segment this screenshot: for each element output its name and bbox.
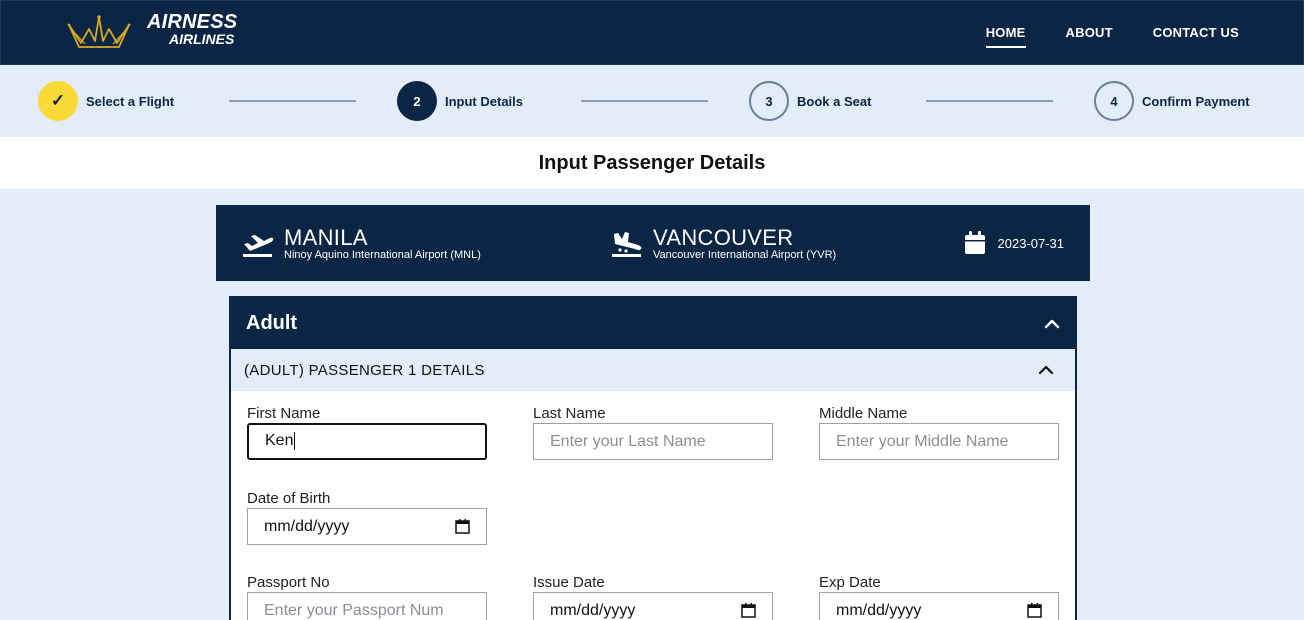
issue-date-label: Issue Date xyxy=(533,574,605,591)
page-title: Input Passenger Details xyxy=(538,151,766,174)
step-confirm-payment[interactable]: 4 Confirm Payment xyxy=(1094,81,1250,121)
chevron-up-icon[interactable] xyxy=(1043,315,1061,333)
issue-date-value: mm/dd/yyyy xyxy=(550,601,636,619)
issue-date-input[interactable]: mm/dd/yyyy xyxy=(533,592,773,620)
first-name-input[interactable]: Ken xyxy=(247,423,487,460)
brand-logo[interactable]: AIRNESS AIRLINES xyxy=(67,11,238,49)
issue-date-field: Issue Date mm/dd/yyyy xyxy=(533,574,773,620)
dob-field: Date of Birth mm/dd/yyyy xyxy=(247,490,487,545)
middle-name-label: Middle Name xyxy=(819,405,908,422)
middle-name-placeholder: Enter your Middle Name xyxy=(836,432,1009,450)
flight-date: 2023-07-31 xyxy=(964,231,1065,255)
exp-date-label: Exp Date xyxy=(819,574,881,591)
exp-date-input[interactable]: mm/dd/yyyy xyxy=(819,592,1059,620)
text-caret xyxy=(294,432,296,451)
calendar-picker-icon[interactable] xyxy=(1027,603,1042,618)
adult-section-header[interactable]: Adult xyxy=(231,298,1075,349)
middle-name-input[interactable]: Enter your Middle Name xyxy=(819,423,1059,460)
calendar-icon xyxy=(964,231,985,254)
chevron-up-icon[interactable] xyxy=(1037,361,1055,379)
nav-about[interactable]: ABOUT xyxy=(1066,25,1113,48)
last-name-input[interactable]: Enter your Last Name xyxy=(533,423,773,460)
page-title-band: Input Passenger Details xyxy=(0,137,1304,189)
origin-segment: MANILA Ninoy Aquino International Airpor… xyxy=(242,227,481,261)
step-label: Confirm Payment xyxy=(1142,93,1250,109)
plane-departure-icon xyxy=(243,235,274,257)
calendar-picker-icon[interactable] xyxy=(455,519,470,534)
destination-airport: Vancouver International Airport (YVR) xyxy=(653,249,837,261)
passport-input[interactable]: Enter your Passport Num xyxy=(247,592,487,620)
exp-date-field: Exp Date mm/dd/yyyy xyxy=(819,574,1059,620)
step-connector xyxy=(926,100,1053,102)
dob-label: Date of Birth xyxy=(247,490,331,507)
first-name-label: First Name xyxy=(247,405,321,422)
main-nav: HOME ABOUT CONTACT US xyxy=(985,25,1239,48)
passenger-1-header[interactable]: (ADULT) PASSENGER 1 DETAILS xyxy=(231,349,1075,391)
brand-subname: AIRLINES xyxy=(169,31,235,47)
booking-stepper: ✓ Select a Flight 2 Input Details 3 Book… xyxy=(0,65,1304,137)
passenger-title: (ADULT) PASSENGER 1 DETAILS xyxy=(244,361,485,379)
calendar-picker-icon[interactable] xyxy=(741,603,756,618)
step-book-seat[interactable]: 3 Book a Seat xyxy=(749,81,871,121)
origin-city: MANILA xyxy=(284,225,368,250)
dob-input[interactable]: mm/dd/yyyy xyxy=(247,508,487,545)
passenger-form-card: Adult (ADULT) PASSENGER 1 DETAILS First … xyxy=(229,296,1077,620)
dob-value: mm/dd/yyyy xyxy=(264,517,350,535)
passport-placeholder: Enter your Passport Num xyxy=(264,601,444,619)
exp-date-value: mm/dd/yyyy xyxy=(836,601,922,619)
step-label: Input Details xyxy=(445,93,524,109)
step-number-marker: 2 xyxy=(397,81,437,121)
plane-arrival-icon xyxy=(612,232,642,257)
flight-date-value: 2023-07-31 xyxy=(997,235,1065,251)
origin-airport: Ninoy Aquino International Airport (MNL) xyxy=(284,249,481,261)
section-title: Adult xyxy=(246,312,298,334)
middle-name-field: Middle Name Enter your Middle Name xyxy=(819,405,1059,460)
last-name-field: Last Name Enter your Last Name xyxy=(533,405,773,460)
crown-logo-icon xyxy=(67,15,131,48)
step-connector xyxy=(229,100,356,102)
last-name-label: Last Name xyxy=(533,405,606,422)
passport-label: Passport No xyxy=(247,574,330,591)
nav-contact[interactable]: CONTACT US xyxy=(1153,25,1239,48)
destination-city: VANCOUVER xyxy=(653,225,794,250)
step-number-marker: 3 xyxy=(749,81,789,121)
destination-segment: VANCOUVER Vancouver International Airpor… xyxy=(611,227,836,261)
brand-name: AIRNESS xyxy=(147,11,238,33)
step-input-details[interactable]: 2 Input Details xyxy=(397,81,523,121)
first-name-value: Ken xyxy=(265,432,294,450)
step-number-marker: 4 xyxy=(1094,81,1134,121)
step-connector xyxy=(581,100,708,102)
step-check-marker: ✓ xyxy=(38,81,78,121)
flight-summary: MANILA Ninoy Aquino International Airpor… xyxy=(216,205,1090,281)
first-name-field: First Name Ken xyxy=(247,405,487,460)
step-select-flight[interactable]: ✓ Select a Flight xyxy=(38,81,174,121)
step-label: Select a Flight xyxy=(86,93,175,109)
passport-field: Passport No Enter your Passport Num xyxy=(247,574,487,620)
top-header: AIRNESS AIRLINES HOME ABOUT CONTACT US xyxy=(0,0,1304,65)
last-name-placeholder: Enter your Last Name xyxy=(550,432,706,450)
step-label: Book a Seat xyxy=(797,93,872,109)
nav-home[interactable]: HOME xyxy=(985,25,1026,48)
